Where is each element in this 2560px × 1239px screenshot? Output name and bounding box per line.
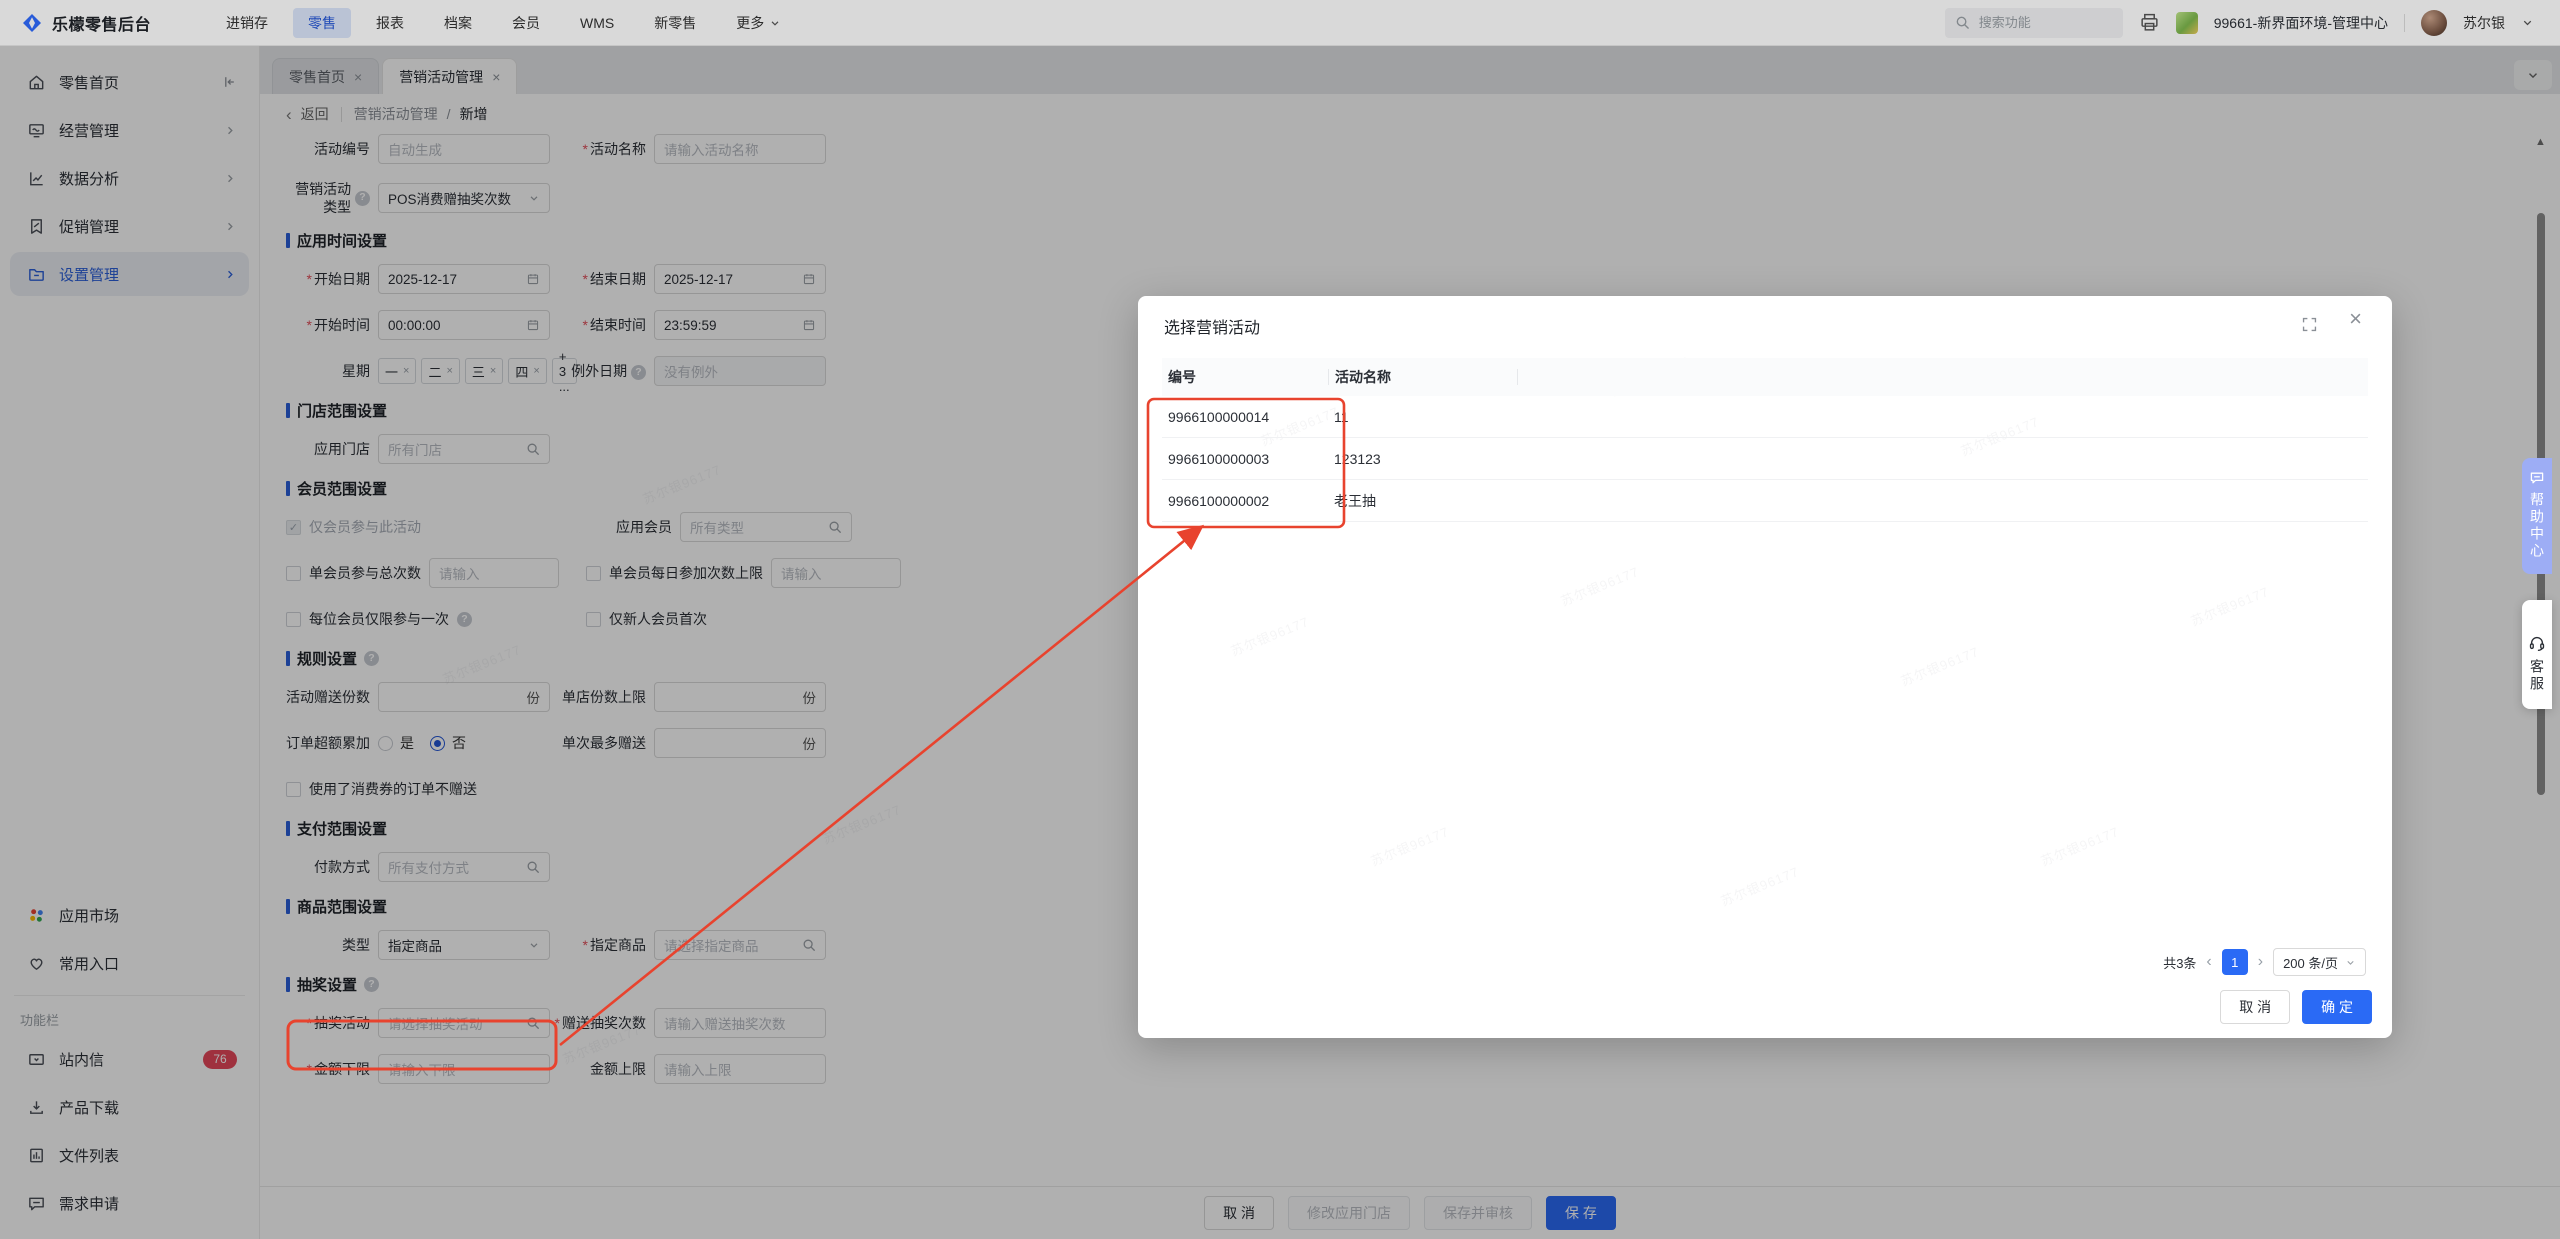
org-avatar (2175, 11, 2198, 34)
logo-diamond-icon (23, 13, 41, 32)
modal-cancel-button[interactable]: 取 消 (2220, 990, 2291, 1024)
user-avatar[interactable] (2421, 9, 2447, 36)
search-input[interactable] (1976, 14, 2106, 31)
close-icon[interactable]: × (2349, 308, 2362, 330)
main-nav: 进销存 零售 报表 档案 会员 WMS 新零售 更多 (211, 7, 796, 38)
help-comment-icon (2530, 472, 2544, 484)
cell-name: 123123 (1334, 450, 1381, 467)
activity-table: 编号 活动名称 9966100000014 11 9966100000003 1… (1162, 358, 2368, 522)
navbar-divider (2404, 13, 2405, 32)
help-center-tab[interactable]: 帮助中心 (2522, 458, 2552, 574)
pagination-next-icon[interactable]: › (2258, 954, 2263, 970)
nav-item-retail[interactable]: 零售 (293, 7, 352, 38)
chevron-down-icon (771, 20, 779, 26)
navbar-right: 99661-新界面环境-管理中心 苏尔银 (1944, 7, 2560, 38)
select-activity-modal: 苏尔银96177 苏尔银96177 苏尔银96177 苏尔银96177 苏尔银9… (1138, 296, 2392, 1038)
watermark: 苏尔银96177 (2188, 583, 2272, 629)
org-name[interactable]: 99661-新界面环境-管理中心 (2214, 13, 2388, 33)
headset-icon (2529, 637, 2545, 652)
modal-ok-button[interactable]: 确 定 (2302, 990, 2372, 1024)
chevron-down-icon[interactable] (2521, 16, 2534, 29)
modal-title: 选择营销活动 (1164, 320, 1261, 337)
pagination-page-1[interactable]: 1 (2221, 949, 2248, 975)
fullscreen-icon[interactable] (2301, 316, 2318, 333)
nav-item-inventory[interactable]: 进销存 (211, 8, 283, 38)
watermark: 苏尔银96177 (2038, 823, 2122, 869)
nav-item-wms[interactable]: WMS (565, 10, 629, 36)
table-row[interactable]: 9966100000014 11 (1162, 396, 2368, 438)
customer-service-label: 客服 (2529, 659, 2545, 693)
search-icon (1956, 16, 1969, 29)
cell-code: 9966100000014 (1168, 408, 1270, 425)
nav-item-reports[interactable]: 报表 (361, 8, 419, 38)
top-navbar: 乐檬零售后台 进销存 零售 报表 档案 会员 WMS 新零售 更多 99661-… (0, 0, 2560, 46)
nav-item-new-retail[interactable]: 新零售 (639, 8, 711, 38)
table-row[interactable]: 9966100000002 老王抽 (1162, 480, 2368, 522)
help-center-label: 帮助中心 (2529, 492, 2545, 560)
user-name[interactable]: 苏尔银 (2463, 13, 2505, 33)
column-header-empty (1518, 358, 2368, 396)
nav-item-more[interactable]: 更多 (721, 8, 796, 38)
modal-footer: 取 消 确 定 (2220, 990, 2372, 1024)
cell-name: 11 (1334, 408, 1349, 425)
app-title: 乐檬零售后台 (52, 16, 152, 34)
watermark: 苏尔银96177 (1898, 643, 1982, 689)
column-header-name: 活动名称 (1335, 369, 1391, 385)
app-logo: 乐檬零售后台 (0, 11, 177, 35)
customer-service-tab[interactable]: 客服 (2522, 600, 2552, 709)
cell-code: 9966100000003 (1168, 450, 1270, 467)
table-header: 编号 活动名称 (1162, 358, 2368, 396)
table-row[interactable]: 9966100000003 123123 (1162, 438, 2368, 480)
watermark: 苏尔银96177 (1718, 863, 1802, 909)
pagination-total: 共3条 (2163, 955, 2197, 971)
nav-item-members[interactable]: 会员 (497, 8, 555, 38)
watermark: 苏尔银96177 (1558, 563, 1642, 609)
watermark: 苏尔银96177 (1368, 823, 1452, 869)
cell-code: 9966100000002 (1168, 492, 1270, 509)
cell-name: 老王抽 (1334, 492, 1376, 509)
nav-item-archives[interactable]: 档案 (429, 8, 487, 38)
pagination: 共3条 ‹ 1 › 200 条/页 (2163, 948, 2366, 976)
column-header-code: 编号 (1168, 369, 1196, 385)
watermark: 苏尔银96177 (1228, 613, 1312, 659)
page-size-select[interactable]: 200 条/页 (2273, 948, 2366, 976)
pagination-prev-icon[interactable]: ‹ (2206, 954, 2211, 970)
chevron-down-icon (2347, 960, 2354, 965)
global-search[interactable] (1944, 7, 2123, 38)
printer-icon[interactable] (2139, 12, 2160, 33)
